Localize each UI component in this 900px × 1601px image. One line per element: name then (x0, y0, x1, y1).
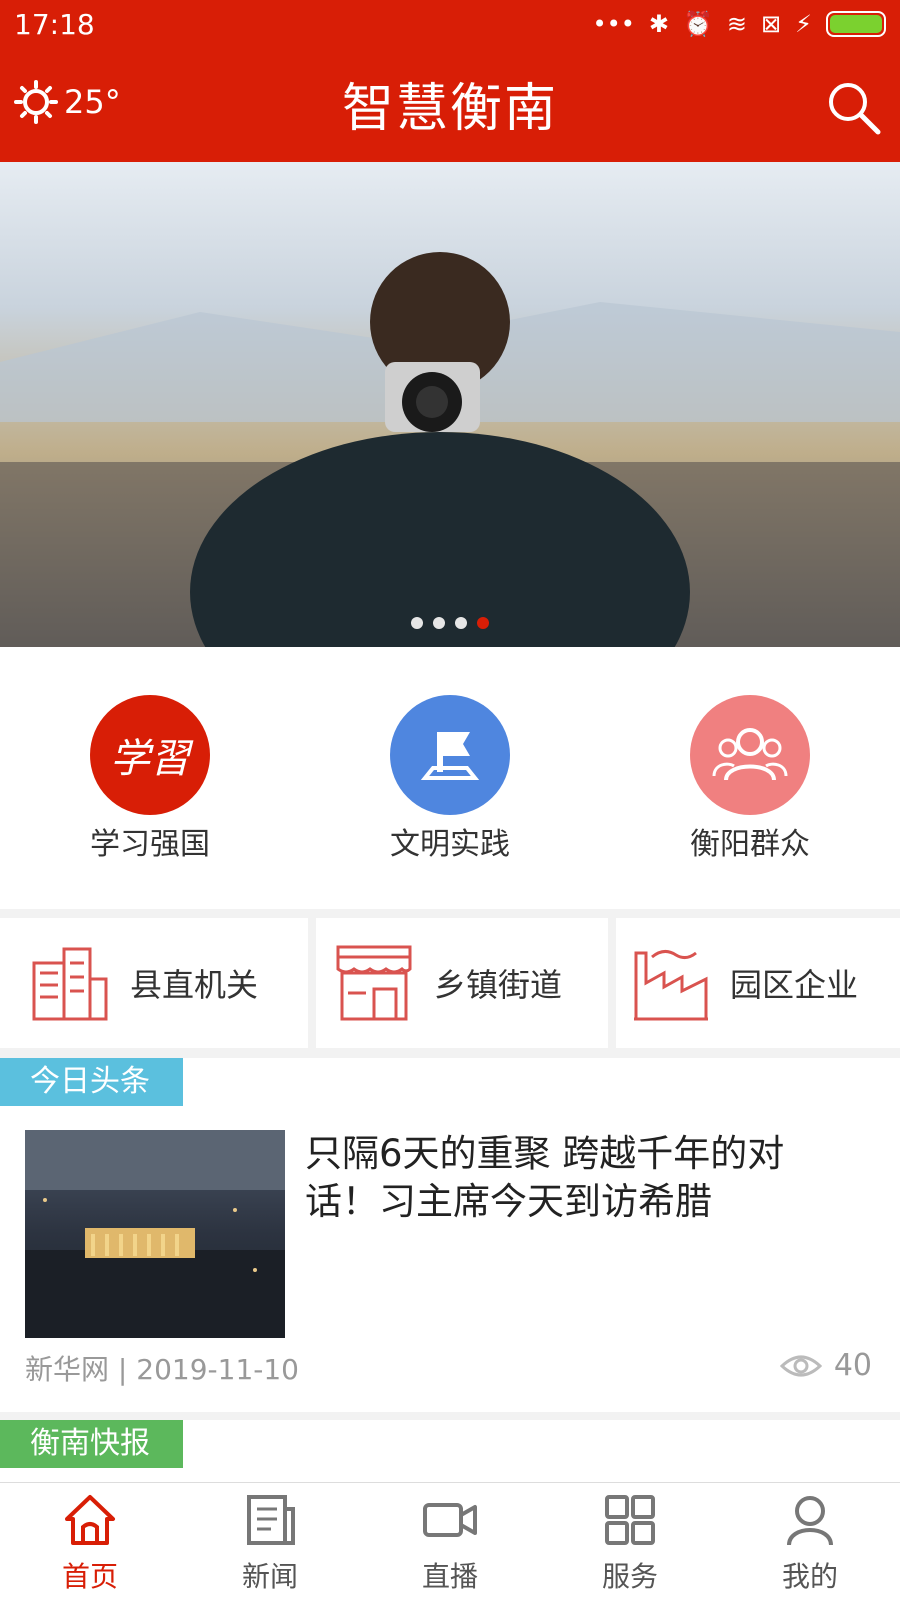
search-button[interactable] (826, 80, 882, 140)
section-tag-headlines: 今日头条 (0, 1058, 183, 1106)
status-icons: ••• ✱ ⏰ ≋ ⊠ ⚡ (592, 10, 886, 38)
section-tag-local-news: 衡南快报 (0, 1420, 183, 1468)
news-source: 新华网 (25, 1353, 110, 1386)
news-date: 2019-11-10 (136, 1353, 299, 1386)
video-camera-icon (423, 1503, 477, 1537)
grid-icon (605, 1495, 655, 1545)
flag-icon (390, 695, 510, 815)
charging-icon: ⚡ (795, 10, 812, 38)
sim-icon: ⊠ (761, 10, 782, 38)
banner-dot[interactable] (455, 617, 467, 629)
xuexi-logo-icon: 学習 (90, 695, 210, 815)
banner-dot-active[interactable] (477, 617, 489, 629)
alarm-icon: ⏰ (683, 10, 713, 38)
news-headline[interactable]: 只隔6天的重聚 跨越千年的对话！习主席今天到访希腊 (305, 1130, 845, 1226)
news-thumbnail[interactable] (25, 1130, 285, 1338)
quick-link-masses[interactable]: 衡阳群众 (600, 695, 900, 863)
tab-label: 新闻 (241, 1560, 298, 1593)
office-building-icon (32, 947, 108, 1021)
eye-icon (779, 1355, 822, 1376)
user-icon (787, 1496, 833, 1546)
category-label: 园区企业 (730, 966, 859, 1004)
tab-services[interactable]: 服务 (540, 1491, 720, 1595)
banner-dot[interactable] (433, 617, 445, 629)
status-bar: 17:18 ••• ✱ ⏰ ≋ ⊠ ⚡ (0, 0, 900, 50)
category-label: 乡镇街道 (434, 966, 563, 1004)
news-views: 40 (779, 1348, 872, 1383)
quick-link-xuexi[interactable]: 学習 学习强国 (0, 695, 300, 863)
tab-label: 首页 (61, 1560, 118, 1593)
category-row: 县直机关 乡镇街道 园区企业 (0, 918, 900, 1048)
newspaper-icon (247, 1495, 295, 1545)
quick-link-civilization[interactable]: 文明实践 (300, 695, 600, 863)
wifi-icon: ≋ (726, 10, 748, 38)
quick-links: 学習 学习强国 文明实践 衡阳群众 (0, 647, 900, 909)
view-count: 40 (833, 1348, 872, 1383)
quick-link-label: 文明实践 (390, 827, 510, 862)
storefront-icon (336, 945, 412, 1021)
tab-profile[interactable]: 我的 (720, 1491, 900, 1595)
tab-home[interactable]: 首页 (0, 1491, 180, 1595)
category-towns[interactable]: 乡镇街道 (316, 918, 608, 1048)
tab-news[interactable]: 新闻 (180, 1491, 360, 1595)
app-title: 智慧衡南 (341, 79, 558, 139)
category-county-offices[interactable]: 县直机关 (0, 918, 308, 1048)
tab-live[interactable]: 直播 (360, 1491, 540, 1595)
news-section-2: 衡南快报 (0, 1420, 900, 1482)
factory-icon (634, 950, 708, 1021)
more-icon: ••• (592, 10, 635, 38)
hero-banner[interactable] (0, 162, 900, 647)
banner-photo (0, 252, 900, 647)
search-icon (829, 83, 881, 135)
tab-label: 服务 (601, 1560, 658, 1593)
banner-dot[interactable] (411, 617, 423, 629)
xuexi-logo-text: 学習 (110, 736, 190, 782)
news-separator: | (117, 1353, 128, 1386)
quick-link-label: 衡阳群众 (690, 827, 810, 862)
category-label: 县直机关 (130, 966, 259, 1004)
battery-icon (826, 11, 886, 37)
news-section: 今日头条 只隔6天的重聚 跨越千年的对话！习主席今天到访希腊 新华网 | 201… (0, 1058, 900, 1412)
quick-link-label: 学习强国 (90, 827, 210, 862)
tab-label: 我的 (781, 1560, 838, 1593)
category-park-enterprises[interactable]: 园区企业 (616, 918, 900, 1048)
home-icon (65, 1495, 115, 1545)
news-meta: 新华网 | 2019-11-10 (25, 1348, 299, 1388)
tab-label: 直播 (421, 1560, 478, 1593)
group-users-icon (690, 695, 810, 815)
bottom-tab-bar: 首页 新闻 直播 服务 我的 (0, 1482, 900, 1601)
banner-dots (0, 617, 900, 629)
bluetooth-icon: ✱ (648, 10, 670, 38)
app-header: 17:18 ••• ✱ ⏰ ≋ ⊠ ⚡ 25° 智慧衡南 (0, 0, 900, 162)
status-time: 17:18 (14, 8, 95, 41)
